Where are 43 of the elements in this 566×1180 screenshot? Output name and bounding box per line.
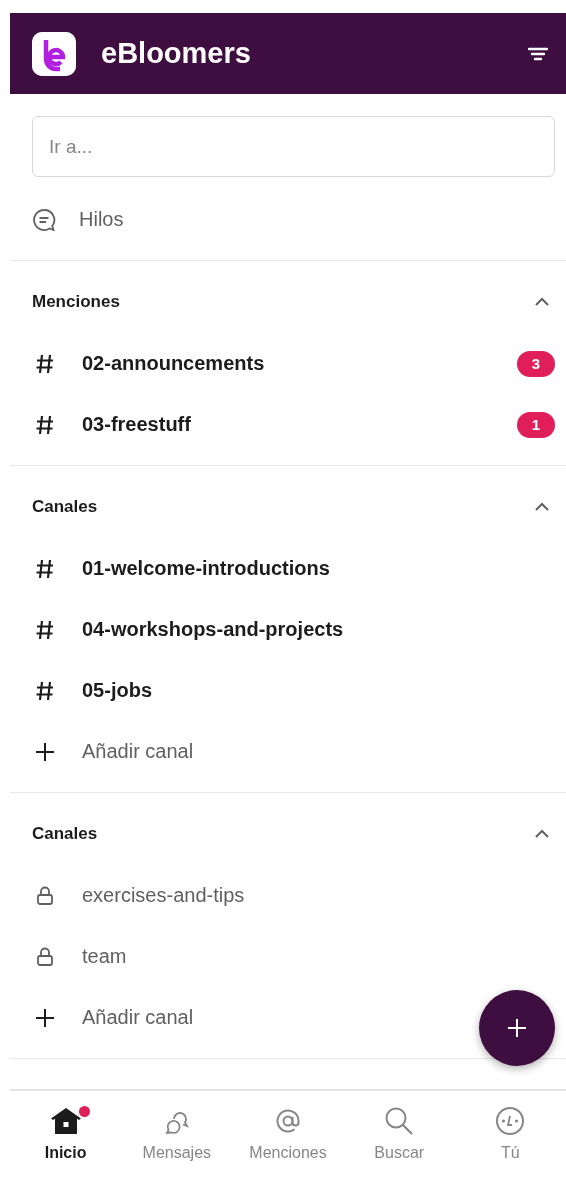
home-icon: [49, 1107, 82, 1135]
workspace-name: eBloomers: [101, 37, 252, 70]
lock-icon: [37, 886, 53, 905]
search-icon: [384, 1106, 415, 1136]
nav-tab[interactable]: Mensajes: [121, 1105, 233, 1179]
channel-item[interactable]: 04-workshops-and-projects: [10, 599, 566, 660]
channel-item[interactable]: 01-welcome-introductions: [10, 538, 566, 599]
unread-count-badge: 3: [517, 350, 555, 377]
hash-icon: [36, 414, 54, 435]
smiley-face-icon: [495, 1106, 526, 1136]
threads-item[interactable]: Hilos: [10, 189, 566, 250]
channel-item[interactable]: 02-announcements 3: [10, 333, 566, 394]
unread-count-badge: 1: [517, 411, 555, 438]
nav-tab[interactable]: Buscar: [343, 1105, 455, 1179]
channel-item[interactable]: exercises-and-tips: [10, 865, 566, 926]
section-title[interactable]: Canales: [32, 496, 98, 517]
plus-icon: [35, 1007, 55, 1028]
lock-icon: [37, 947, 53, 966]
search-field[interactable]: Ir a...: [32, 116, 555, 177]
chevron-up-icon[interactable]: [534, 828, 550, 839]
nav-tab[interactable]: Tú: [454, 1105, 566, 1179]
hash-icon: [36, 558, 54, 579]
add-channel-item[interactable]: Añadir canal: [10, 987, 566, 1048]
section-title[interactable]: Canales: [32, 823, 98, 844]
at-sign-icon: [274, 1107, 302, 1135]
chevron-up-icon[interactable]: [534, 296, 550, 307]
channel-item[interactable]: team: [10, 926, 566, 987]
nav-tab[interactable]: Inicio: [10, 1105, 122, 1179]
channel-item[interactable]: 05-jobs: [10, 660, 566, 721]
hash-icon: [36, 353, 54, 374]
plus-icon: [507, 1018, 527, 1038]
section-title[interactable]: Menciones: [32, 291, 120, 312]
plus-icon: [35, 741, 55, 762]
hash-icon: [36, 619, 54, 640]
channel-item[interactable]: 03-freestuff 1: [10, 394, 566, 455]
thread-bubble-icon: [32, 207, 56, 232]
compose-button[interactable]: [479, 990, 555, 1066]
chevron-up-icon[interactable]: [534, 501, 550, 512]
app-logo: [32, 31, 76, 76]
add-channel-item[interactable]: Añadir canal: [10, 721, 566, 782]
nav-tab[interactable]: Menciones: [232, 1105, 344, 1179]
filter-icon[interactable]: [528, 46, 548, 61]
hash-icon: [36, 680, 54, 701]
